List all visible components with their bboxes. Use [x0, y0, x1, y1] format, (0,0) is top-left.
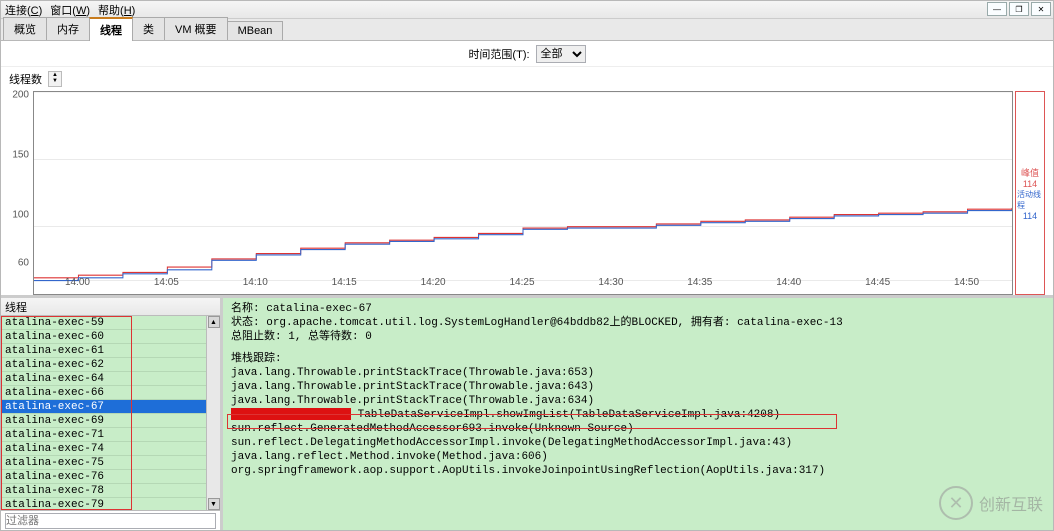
legend-live-value: 114	[1023, 211, 1037, 221]
watermark: ✕ 创新互联	[939, 486, 1043, 520]
y-tick-label: 100	[12, 210, 29, 221]
thread-list-inner: atalina-exec-59atalina-exec-60atalina-ex…	[1, 316, 206, 510]
stack-frame: java.lang.Throwable.printStackTrace(Thro…	[231, 366, 1045, 380]
stack-frame: sun.reflect.DelegatingMethodAccessorImpl…	[231, 436, 1045, 450]
detail-state-value: org.apache.tomcat.util.log.SystemLogHand…	[266, 317, 843, 329]
chart-title: 线程数	[9, 71, 42, 87]
x-tick-label: 14:30	[598, 277, 623, 288]
time-range-label: 时间范围(T):	[468, 46, 529, 62]
app-window: 连接(C) 窗口(W) 帮助(H) ― ❐ ✕ 概览 内存 线程 类 VM 概要…	[0, 0, 1054, 531]
detail-block-value: 1, 总等待数: 0	[288, 331, 372, 343]
thread-item[interactable]: atalina-exec-67	[1, 400, 206, 414]
detail-name-value: catalina-exec-67	[266, 303, 372, 315]
thread-detail-panel: 名称: catalina-exec-67 状态: org.apache.tomc…	[223, 298, 1053, 530]
thread-item[interactable]: atalina-exec-61	[1, 344, 206, 358]
x-tick-label: 14:40	[776, 277, 801, 288]
thread-item[interactable]: atalina-exec-66	[1, 386, 206, 400]
tab-overview[interactable]: 概览	[3, 17, 47, 40]
x-tick-label: 14:20	[421, 277, 446, 288]
thread-item[interactable]: atalina-exec-69	[1, 414, 206, 428]
x-tick-label: 14:10	[243, 277, 268, 288]
chart-section: 线程数 ▲▼ 60 100 150 200 峰值 114 活动线程 114 14:00…	[1, 67, 1053, 295]
thread-item[interactable]: atalina-exec-62	[1, 358, 206, 372]
stack-frame: sun.reflect.GeneratedMethodAccessor693.i…	[231, 422, 1045, 436]
close-button[interactable]: ✕	[1031, 2, 1051, 16]
menu-help[interactable]: 帮助(H)	[98, 2, 135, 18]
stack-trace-label: 堆栈跟踪:	[231, 352, 1045, 366]
chart-title-row: 线程数 ▲▼	[9, 71, 1045, 87]
thread-item[interactable]: atalina-exec-78	[1, 484, 206, 498]
thread-filter-row	[1, 510, 220, 530]
chart-legend: 峰值 114 活动线程 114	[1015, 91, 1045, 295]
time-range-row: 时间范围(T): 全部	[1, 41, 1053, 67]
tab-bar: 概览 内存 线程 类 VM 概要 MBean	[1, 19, 1053, 41]
tab-classes[interactable]: 类	[132, 17, 165, 40]
thread-list-header: 线程	[1, 298, 220, 316]
detail-state-row: 状态: org.apache.tomcat.util.log.SystemLog…	[231, 316, 1045, 330]
chart-spinner[interactable]: ▲▼	[48, 71, 62, 87]
thread-list-panel: 线程 atalina-exec-59atalina-exec-60atalina…	[1, 298, 223, 530]
chevron-down-icon: ▼	[49, 78, 61, 84]
chart-wrap: 60100150200 峰值 114 活动线程 114 14:0014:0514…	[9, 87, 1045, 295]
y-tick-label: 150	[12, 150, 29, 161]
watermark-logo-icon: ✕	[939, 486, 973, 520]
lower-pane: 线程 atalina-exec-59atalina-exec-60atalina…	[1, 295, 1053, 530]
thread-scrollbar[interactable]: ▲ ▼	[206, 316, 220, 510]
x-axis-labels: 14:00 14:05 14:10 14:15 14:20 14:25 14:30 14:35…	[33, 277, 1011, 291]
y-axis-labels: 60 100 150 200	[9, 91, 31, 275]
thread-item[interactable]: atalina-exec-71	[1, 428, 206, 442]
scroll-up-button[interactable]: ▲	[208, 316, 220, 328]
chart-plot-area	[33, 91, 1013, 295]
window-controls: ― ❐ ✕	[985, 2, 1051, 16]
thread-item[interactable]: atalina-exec-79	[1, 498, 206, 510]
legend-live-label: 活动线程	[1017, 189, 1043, 211]
thread-list: atalina-exec-59atalina-exec-60atalina-ex…	[1, 316, 220, 510]
stack-frame: java.lang.Throwable.printStackTrace(Thro…	[231, 394, 1045, 408]
legend-peak-value: 114	[1023, 179, 1037, 189]
minimize-button[interactable]: ―	[987, 2, 1007, 16]
stack-frame: java.lang.Throwable.printStackTrace(Thro…	[231, 380, 1045, 394]
x-tick-label: 14:25	[509, 277, 534, 288]
menu-connect[interactable]: 连接(C)	[5, 2, 42, 18]
menu-window[interactable]: 窗口(W)	[50, 2, 90, 18]
tab-threads[interactable]: 线程	[89, 17, 133, 41]
y-tick-label: 60	[18, 258, 29, 269]
x-tick-label: 14:00	[65, 277, 90, 288]
x-tick-label: 14:45	[865, 277, 890, 288]
stack-frame: java.lang.reflect.Method.invoke(Method.j…	[231, 450, 1045, 464]
thread-item[interactable]: atalina-exec-59	[1, 316, 206, 330]
y-tick-label: 200	[12, 90, 29, 101]
stack-frame-highlighted: TableDataServiceImpl.showImgList(TableDa…	[231, 408, 1045, 422]
legend-peak-label: 峰值	[1021, 166, 1039, 179]
x-tick-label: 14:05	[154, 277, 179, 288]
stack-frame: org.springframework.aop.support.AopUtils…	[231, 464, 1045, 478]
x-tick-label: 14:50	[954, 277, 979, 288]
thread-filter-input[interactable]	[5, 513, 216, 529]
time-range-select[interactable]: 全部	[536, 45, 586, 63]
detail-name-row: 名称: catalina-exec-67	[231, 302, 1045, 316]
scroll-down-button[interactable]: ▼	[208, 498, 220, 510]
tab-mbeans[interactable]: MBean	[227, 21, 284, 40]
tab-vm-summary[interactable]: VM 概要	[164, 17, 228, 40]
chart-svg	[34, 92, 1012, 294]
tab-memory[interactable]: 内存	[46, 17, 90, 40]
watermark-text: 创新互联	[979, 491, 1043, 515]
redacted-icon	[231, 408, 351, 420]
thread-item[interactable]: atalina-exec-76	[1, 470, 206, 484]
thread-item[interactable]: atalina-exec-74	[1, 442, 206, 456]
detail-block-row: 总阻止数: 1, 总等待数: 0	[231, 330, 1045, 344]
x-tick-label: 14:15	[332, 277, 357, 288]
thread-item[interactable]: atalina-exec-60	[1, 330, 206, 344]
thread-item[interactable]: atalina-exec-64	[1, 372, 206, 386]
x-tick-label: 14:35	[687, 277, 712, 288]
thread-item[interactable]: atalina-exec-75	[1, 456, 206, 470]
maximize-button[interactable]: ❐	[1009, 2, 1029, 16]
